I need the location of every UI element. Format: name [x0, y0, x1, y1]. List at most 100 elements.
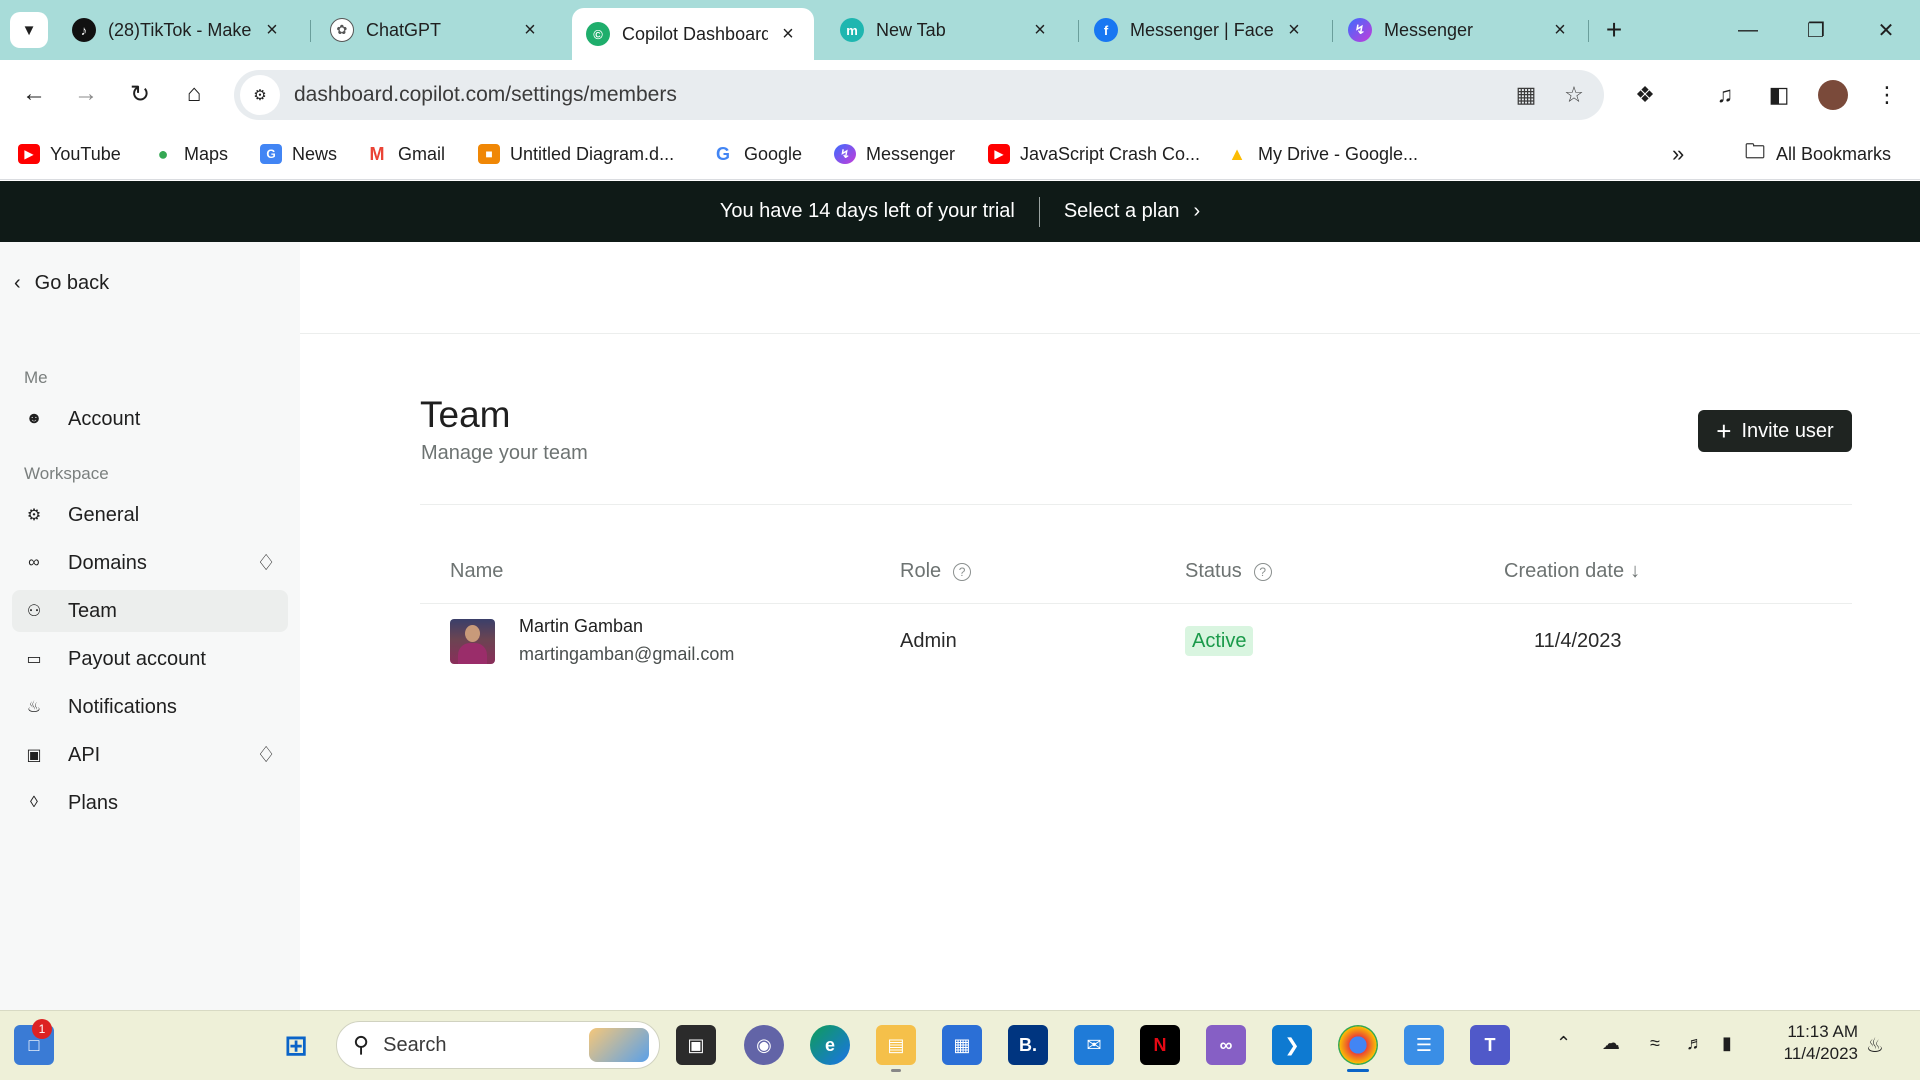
- bookmark-label: Untitled Diagram.d...: [510, 143, 675, 164]
- sidebar-item-general[interactable]: ⚙ General: [12, 494, 288, 536]
- close-icon[interactable]: ×: [518, 19, 542, 42]
- url-text[interactable]: dashboard.copilot.com/settings/members: [294, 83, 1508, 107]
- sidebar-item-account[interactable]: ☻ Account: [12, 398, 288, 440]
- bookmark-messenger[interactable]: ↯ Messenger: [834, 140, 955, 168]
- bookmark-news[interactable]: G News: [260, 140, 337, 168]
- side-panel-icon[interactable]: ◧: [1760, 76, 1798, 114]
- bookmark-maps[interactable]: ● Maps: [152, 140, 228, 168]
- show-hidden-icons-icon[interactable]: ⌃: [1556, 1033, 1571, 1054]
- bookmark-google[interactable]: G Google: [712, 140, 802, 168]
- sidebar-item-plans[interactable]: ◊ Plans: [12, 782, 288, 824]
- visual-studio-icon[interactable]: ∞: [1206, 1025, 1246, 1065]
- tab-new-tab[interactable]: m New Tab ×: [826, 10, 1066, 50]
- windows-start-icon[interactable]: ⊞: [276, 1025, 316, 1065]
- chrome-icon[interactable]: [1338, 1025, 1378, 1065]
- messenger-icon: ↯: [1348, 18, 1372, 42]
- address-bar[interactable]: ⚙ dashboard.copilot.com/settings/members…: [234, 70, 1604, 120]
- diagram-icon: ■: [478, 144, 500, 164]
- avatar-head-shape: [465, 625, 480, 642]
- forward-button[interactable]: →: [68, 76, 104, 112]
- battery-icon[interactable]: ▮: [1722, 1033, 1732, 1054]
- tab-title: Messenger | Faceb: [1130, 19, 1274, 40]
- sidebar-item-payout-account[interactable]: ▭ Payout account: [12, 638, 288, 680]
- site-info-icon[interactable]: ⚙: [240, 75, 280, 115]
- invite-user-button[interactable]: + Invite user: [1698, 410, 1852, 452]
- teams-icon[interactable]: T: [1470, 1025, 1510, 1065]
- file-explorer-icon[interactable]: ▤: [876, 1025, 916, 1065]
- member-name: Martin Gamban: [519, 616, 644, 636]
- install-app-icon[interactable]: ▦: [1508, 77, 1544, 113]
- bookmark-gmail[interactable]: M Gmail: [366, 140, 446, 168]
- reload-button[interactable]: ↻: [122, 76, 158, 112]
- tab-messenger-facebook[interactable]: f Messenger | Faceb ×: [1080, 10, 1320, 50]
- booking-icon[interactable]: B.: [1008, 1025, 1048, 1065]
- tab-messenger[interactable]: ↯ Messenger ×: [1334, 10, 1586, 50]
- invite-user-label: Invite user: [1741, 419, 1834, 442]
- bell-icon: ♨: [26, 699, 42, 716]
- menu-kebab-icon[interactable]: ⋮: [1868, 76, 1906, 114]
- chat-icon[interactable]: ◉: [744, 1025, 784, 1065]
- sidebar-item-team[interactable]: ⚇ Team: [12, 590, 288, 632]
- banner-divider: [1038, 196, 1040, 227]
- member-email: martingamban@gmail.com: [519, 644, 735, 664]
- reload-icon: ↻: [129, 80, 151, 108]
- back-button[interactable]: ←: [16, 76, 52, 112]
- close-icon[interactable]: ×: [260, 19, 284, 42]
- bookmark-star-icon[interactable]: ☆: [1556, 77, 1592, 113]
- column-header-creation-date[interactable]: Creation date ↓: [1504, 560, 1640, 583]
- vscode-icon[interactable]: ❯: [1272, 1025, 1312, 1065]
- close-icon[interactable]: ×: [1548, 19, 1572, 42]
- avatar: [450, 619, 495, 664]
- chatgpt-icon: ✿: [330, 18, 354, 42]
- bookmark-label: Maps: [184, 143, 229, 164]
- help-circle-icon[interactable]: ?: [1253, 562, 1272, 581]
- tab-separator: [1078, 20, 1079, 42]
- tab-tiktok[interactable]: ♪ (28)TikTok - Make ×: [58, 10, 298, 50]
- media-controls-icon[interactable]: ♫: [1706, 76, 1744, 114]
- bookmark-my-drive[interactable]: ▲ My Drive - Google...: [1226, 140, 1418, 168]
- close-window-button[interactable]: ✕: [1866, 14, 1906, 46]
- tab-chatgpt[interactable]: ✿ ChatGPT ×: [316, 10, 556, 50]
- close-icon[interactable]: ×: [1282, 19, 1306, 42]
- help-circle-icon[interactable]: ?: [953, 562, 972, 581]
- system-clock[interactable]: 11:13 AM 11/4/2023: [1768, 1021, 1858, 1065]
- select-plan-link[interactable]: Select a plan ›: [1064, 200, 1200, 223]
- more-bookmarks-button[interactable]: »: [1672, 140, 1684, 168]
- sidebar-item-domains[interactable]: ∞ Domains ♢: [12, 542, 288, 584]
- new-tab-button[interactable]: +: [1598, 14, 1630, 46]
- section-divider: [420, 504, 1852, 505]
- tab-copilot-dashboard[interactable]: © Copilot Dashboard ×: [572, 8, 814, 60]
- sidebar-item-notifications[interactable]: ♨ Notifications: [12, 686, 288, 728]
- close-icon[interactable]: ×: [776, 23, 800, 46]
- bookmark-untitled-diagram[interactable]: ■ Untitled Diagram.d...: [478, 140, 674, 168]
- task-view-icon[interactable]: ▣: [676, 1025, 716, 1065]
- minimize-button[interactable]: —: [1728, 14, 1768, 46]
- clock-time: 11:13 AM: [1787, 1022, 1858, 1041]
- bookmark-label: Gmail: [398, 143, 446, 164]
- home-button[interactable]: ⌂: [176, 76, 212, 112]
- profile-avatar[interactable]: [1818, 80, 1848, 110]
- extensions-icon[interactable]: ❖: [1626, 76, 1664, 114]
- close-icon[interactable]: ×: [1028, 19, 1052, 42]
- bookmark-javascript-crash-course[interactable]: ▶ JavaScript Crash Co...: [988, 140, 1200, 168]
- microsoft-store-icon[interactable]: ▦: [942, 1025, 982, 1065]
- taskbar-search-box[interactable]: ⚲ Search: [336, 1021, 660, 1069]
- arrow-right-icon: →: [74, 80, 98, 107]
- bookmark-all-bookmarks[interactable]: 🗀 All Bookmarks: [1744, 140, 1891, 168]
- tab-separator: [310, 20, 311, 42]
- restore-button[interactable]: ❐: [1796, 14, 1836, 46]
- notifications-bell-icon[interactable]: ♨: [1866, 1033, 1884, 1058]
- tab-title: Messenger: [1384, 19, 1474, 40]
- netflix-icon[interactable]: N: [1140, 1025, 1180, 1065]
- bookmark-youtube[interactable]: ▶ YouTube: [18, 140, 121, 168]
- go-back-link[interactable]: ‹ Go back: [14, 272, 109, 295]
- sidebar-item-api[interactable]: ▣ API ♢: [12, 734, 288, 776]
- notepad-icon[interactable]: ☰: [1404, 1025, 1444, 1065]
- tiktok-icon: ♪: [72, 18, 96, 42]
- edge-browser-icon[interactable]: e: [810, 1025, 850, 1065]
- onedrive-cloud-icon[interactable]: ☁: [1602, 1033, 1620, 1054]
- volume-icon[interactable]: ♬: [1686, 1033, 1704, 1054]
- wifi-icon[interactable]: ≈: [1650, 1033, 1660, 1054]
- mail-icon[interactable]: ✉: [1074, 1025, 1114, 1065]
- tab-search-button[interactable]: ▼: [10, 12, 48, 48]
